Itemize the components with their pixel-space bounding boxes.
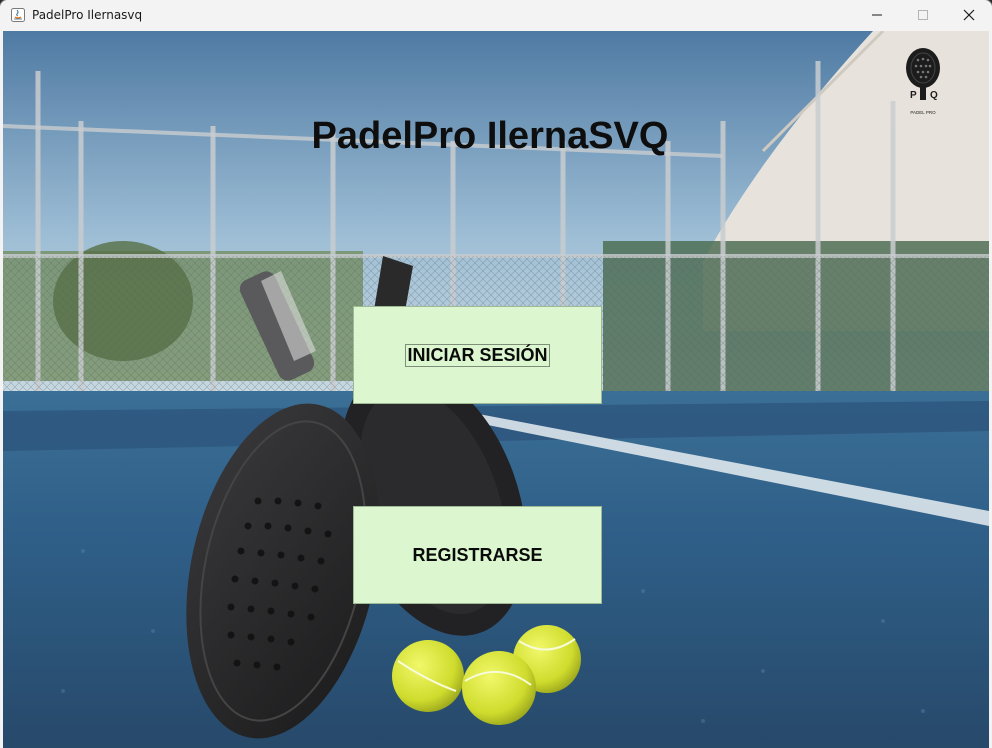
close-button[interactable] (946, 0, 992, 30)
login-button-label: INICIAR SESIÓN (405, 343, 550, 367)
login-button[interactable]: INICIAR SESIÓN (353, 306, 602, 404)
maximize-icon (918, 10, 928, 20)
minimize-button[interactable] (854, 0, 900, 30)
logo-letter-left: P (910, 90, 917, 101)
main-panel: P Q PADEL PRO PadelPro IlernaSVQ INICIAR… (3, 31, 989, 748)
app-window: PadelPro Ilernasvq P Q PADEL PRO PadelPr… (0, 0, 992, 748)
close-icon (963, 9, 975, 21)
register-button[interactable]: REGISTRARSE (353, 506, 602, 604)
window-title: PadelPro Ilernasvq (32, 8, 143, 22)
maximize-button[interactable] (900, 0, 946, 30)
minimize-icon (872, 14, 882, 16)
title-bar[interactable]: PadelPro Ilernasvq (0, 0, 992, 30)
logo-letter-right: Q (930, 90, 938, 101)
register-button-label: REGISTRARSE (412, 544, 543, 565)
window-controls (854, 0, 992, 30)
page-title: PadelPro IlernaSVQ (311, 115, 669, 157)
java-app-icon (10, 7, 26, 23)
padelpro-logo: P Q PADEL PRO (898, 46, 948, 118)
